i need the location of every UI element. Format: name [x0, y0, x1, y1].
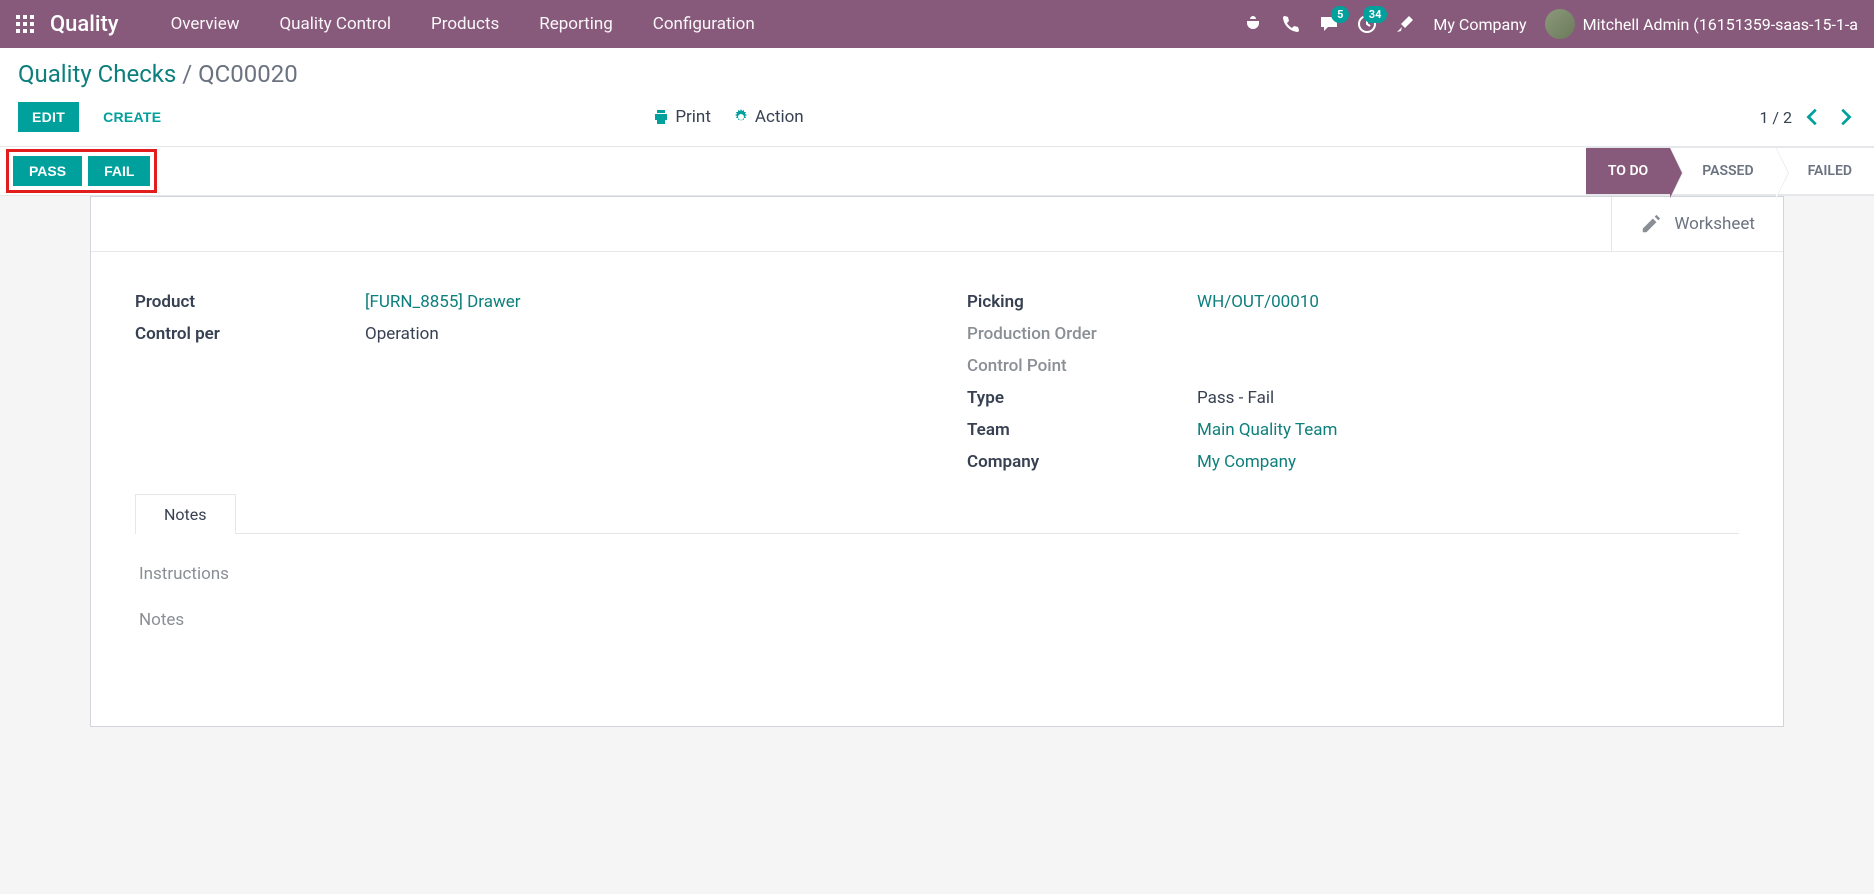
pencil-icon: [1640, 213, 1662, 235]
status-todo[interactable]: To Do: [1586, 147, 1670, 195]
team-value[interactable]: Main Quality Team: [1197, 420, 1337, 440]
company-name[interactable]: My Company: [1433, 15, 1526, 34]
control-per-label: Control per: [135, 324, 365, 344]
phone-icon[interactable]: [1281, 14, 1301, 34]
status-failed[interactable]: Failed: [1776, 147, 1874, 195]
picking-label: Picking: [967, 292, 1197, 312]
type-value: Pass - Fail: [1197, 388, 1274, 408]
status-passed[interactable]: Passed: [1670, 147, 1775, 195]
company-label: Company: [967, 452, 1197, 472]
breadcrumb-current: QC00020: [198, 60, 298, 88]
pass-fail-highlight: Pass Fail: [6, 149, 157, 193]
messages-icon[interactable]: 5: [1319, 14, 1339, 34]
edit-button[interactable]: Edit: [18, 102, 79, 132]
pager-next-icon[interactable]: [1834, 106, 1856, 128]
tab-notes[interactable]: Notes: [135, 494, 236, 534]
picking-value[interactable]: WH/OUT/00010: [1197, 292, 1319, 312]
control-point-label: Control Point: [967, 356, 1197, 376]
breadcrumb-parent[interactable]: Quality Checks: [18, 60, 176, 88]
worksheet-button[interactable]: Worksheet: [1611, 197, 1783, 251]
pager-prev-icon[interactable]: [1802, 106, 1824, 128]
create-button[interactable]: Create: [89, 102, 175, 132]
team-label: Team: [967, 420, 1197, 440]
pass-button[interactable]: Pass: [13, 156, 82, 186]
pager-text: 1 / 2: [1759, 108, 1792, 127]
app-brand[interactable]: Quality: [50, 12, 119, 37]
breadcrumb: Quality Checks / QC00020: [18, 60, 1856, 88]
fail-button[interactable]: Fail: [88, 156, 150, 186]
status-bar: To Do Passed Failed: [1586, 147, 1874, 195]
nav-quality-control[interactable]: Quality Control: [259, 0, 411, 48]
bug-icon[interactable]: [1243, 14, 1263, 34]
user-name: Mitchell Admin (16151359-saas-15-1-a: [1583, 15, 1858, 34]
activity-badge: 34: [1363, 6, 1388, 23]
instructions-label: Instructions: [139, 564, 1735, 584]
product-value[interactable]: [FURN_8855] Drawer: [365, 292, 521, 312]
control-per-value: Operation: [365, 324, 439, 344]
clock-icon[interactable]: 34: [1357, 14, 1377, 34]
main-nav: Overview Quality Control Products Report…: [151, 0, 775, 48]
nav-reporting[interactable]: Reporting: [519, 0, 633, 48]
nav-products[interactable]: Products: [411, 0, 519, 48]
nav-overview[interactable]: Overview: [151, 0, 260, 48]
apps-icon[interactable]: [16, 15, 34, 33]
print-button[interactable]: Print: [653, 107, 711, 127]
production-order-label: Production Order: [967, 324, 1197, 344]
notes-label: Notes: [139, 610, 1735, 630]
user-menu[interactable]: Mitchell Admin (16151359-saas-15-1-a: [1545, 9, 1858, 39]
type-label: Type: [967, 388, 1197, 408]
company-value[interactable]: My Company: [1197, 452, 1296, 472]
nav-configuration[interactable]: Configuration: [633, 0, 775, 48]
product-label: Product: [135, 292, 365, 312]
tools-icon[interactable]: [1395, 14, 1415, 34]
avatar: [1545, 9, 1575, 39]
action-button[interactable]: Action: [733, 107, 804, 127]
messages-badge: 5: [1331, 6, 1349, 23]
